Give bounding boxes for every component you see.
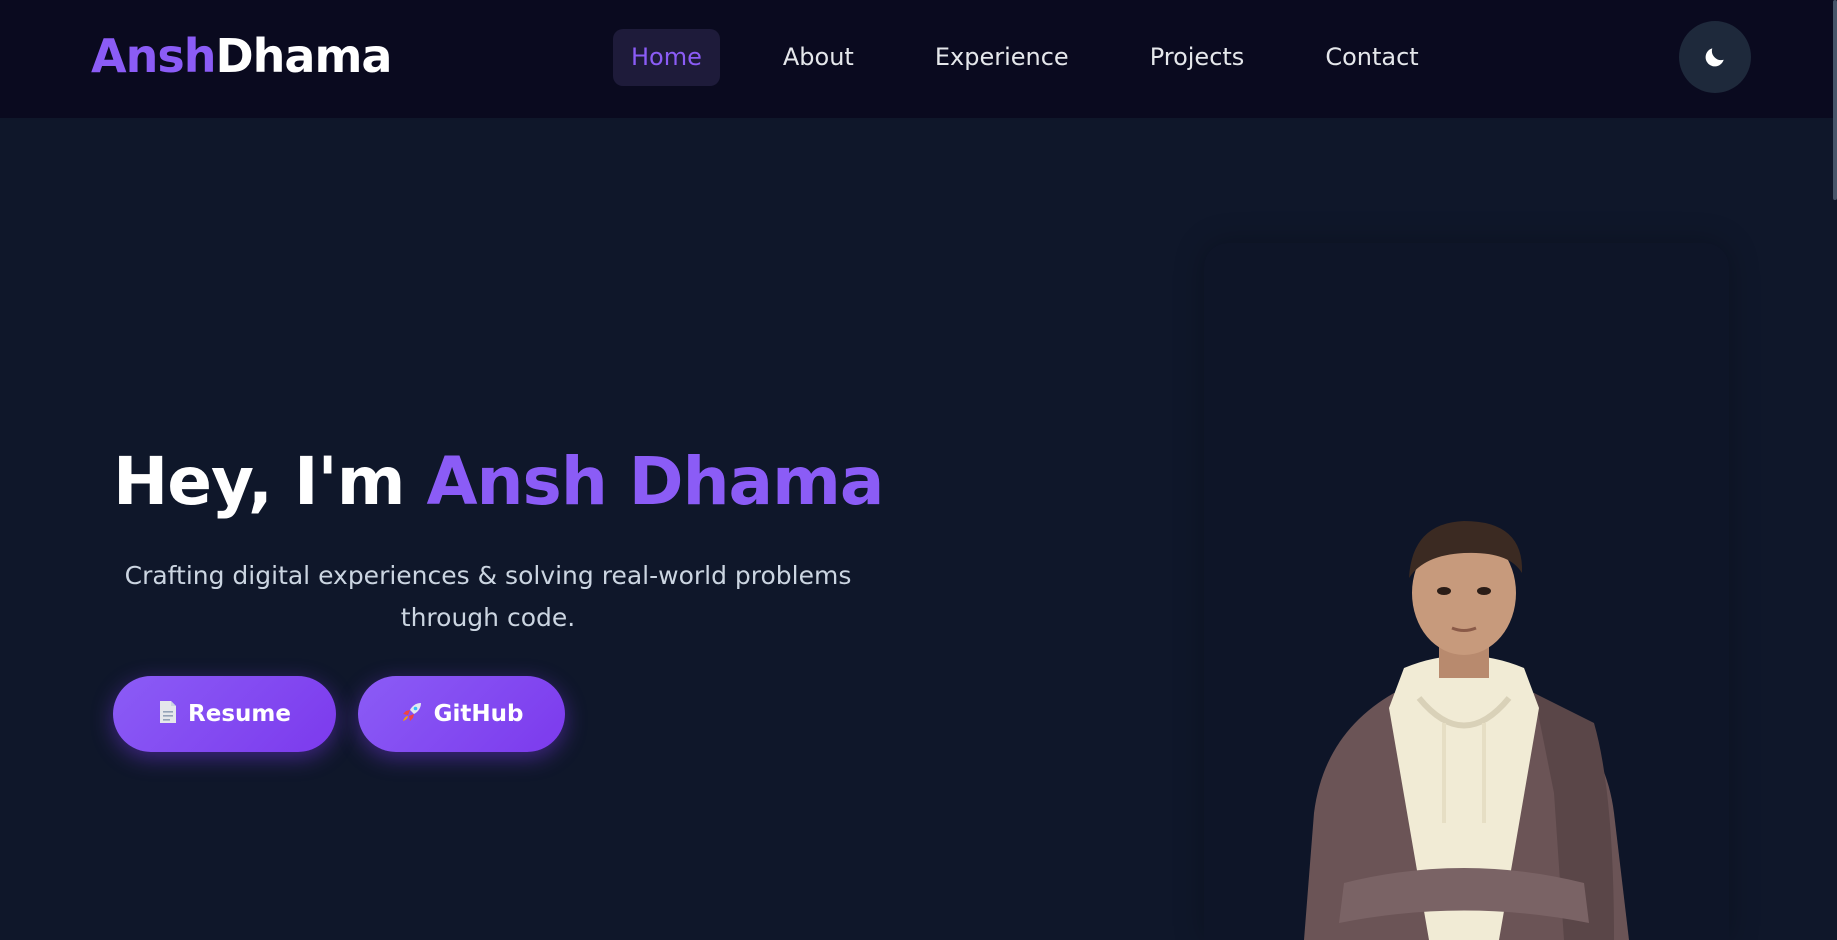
navbar: AnshDhama Home About Experience Projects… [0, 0, 1837, 118]
nav-home[interactable]: Home [613, 29, 720, 86]
hero-title-name: Ansh Dhama [426, 443, 884, 520]
logo-first-name: Ansh [91, 29, 216, 83]
hero-subtitle: Crafting digital experiences & solving r… [124, 561, 852, 632]
theme-toggle-button[interactable] [1679, 21, 1751, 93]
logo-last-name: Dhama [215, 29, 392, 83]
page-scrollbar[interactable] [1833, 0, 1837, 200]
github-button[interactable]: GitHub [358, 676, 565, 752]
profile-photo-card [1204, 243, 1729, 940]
hero-title-prefix: Hey, I'm [113, 443, 427, 520]
resume-button[interactable]: Resume [113, 676, 336, 752]
main-nav: Home About Experience Projects Contact [613, 29, 1437, 86]
nav-experience[interactable]: Experience [917, 29, 1087, 86]
nav-about[interactable]: About [765, 29, 872, 86]
profile-photo [1304, 521, 1629, 940]
rocket-icon [400, 700, 424, 729]
github-button-label: GitHub [433, 701, 524, 727]
resume-button-label: Resume [188, 701, 291, 727]
nav-projects[interactable]: Projects [1132, 29, 1263, 86]
site-logo[interactable]: AnshDhama [91, 26, 392, 86]
nav-contact[interactable]: Contact [1307, 29, 1436, 86]
hero-title: Hey, I'm Ansh Dhama [113, 437, 884, 527]
moon-icon [1705, 48, 1724, 67]
document-icon [158, 700, 178, 729]
